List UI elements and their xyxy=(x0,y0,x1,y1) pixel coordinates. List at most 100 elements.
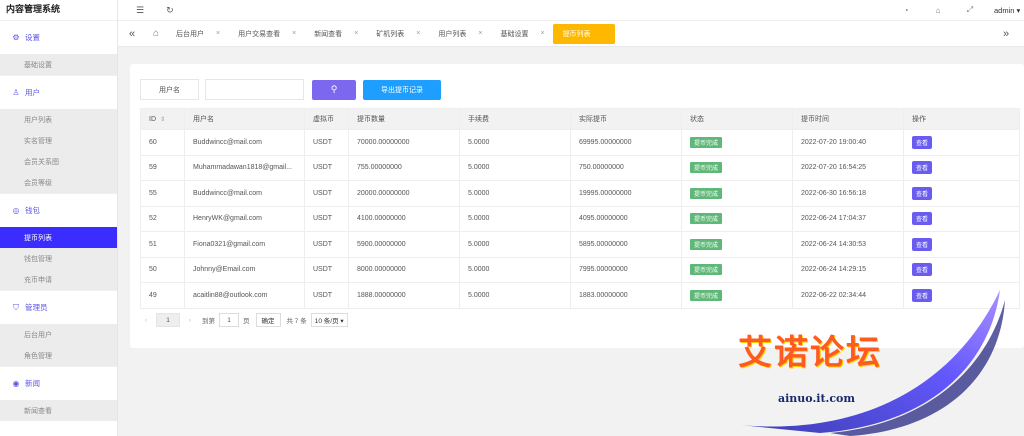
cell-value: Buddwincc@mail.com xyxy=(193,138,262,146)
sidebar-item[interactable]: 钱包管理 xyxy=(0,248,117,269)
sidebar-group-label: 钱包 xyxy=(25,206,40,215)
cell-value: USDT xyxy=(313,189,333,197)
goto-confirm-button[interactable]: 确定 xyxy=(255,313,281,327)
table-cell: USDT xyxy=(304,154,349,181)
table-cell: 2022-07-20 16:54:25 xyxy=(792,154,904,181)
prev-page-button[interactable]: ‹ xyxy=(140,313,152,327)
view-button[interactable]: 查看 xyxy=(912,263,933,277)
close-icon[interactable]: × xyxy=(478,30,482,37)
search-button[interactable]: ⚲ xyxy=(312,79,356,100)
tab[interactable]: 提币列表 xyxy=(552,23,615,44)
close-icon[interactable]: × xyxy=(354,30,358,37)
user-icon: ♙ xyxy=(12,88,20,97)
view-button[interactable]: 查看 xyxy=(912,212,933,226)
tab[interactable]: 用户交易查看 × xyxy=(228,24,304,44)
sidebar-item[interactable]: 新闻查看 xyxy=(0,400,117,421)
tabs-scroll-right-icon[interactable]: » xyxy=(992,28,1020,40)
sidebar-item[interactable]: 实名管理 xyxy=(0,130,117,151)
sidebar-item[interactable]: 用户列表 xyxy=(0,109,117,130)
theme-icon[interactable]: ◔ xyxy=(890,6,922,15)
watermark-text: 艾诺论坛 xyxy=(738,333,882,373)
table-row: 50 Johnny@Email.com USDT 8000.00000000 5.000… xyxy=(140,256,1020,283)
top-bar-left: ☰ ↻ xyxy=(118,5,174,16)
goto-input[interactable]: 1 xyxy=(219,313,239,327)
column-header: 状态 xyxy=(681,108,793,130)
username-input[interactable] xyxy=(205,79,304,100)
table-cell: 55 xyxy=(140,180,185,207)
sidebar-group[interactable]: ♙ 用户 xyxy=(0,75,117,109)
view-button[interactable]: 查看 xyxy=(912,186,933,200)
search-icon: ⚲ xyxy=(330,84,338,94)
tabs-scroll-left-icon[interactable]: « xyxy=(118,28,146,40)
table-cell: 提币完成 xyxy=(681,205,793,232)
table-cell: Buddwincc@mail.com xyxy=(184,180,305,207)
table-cell: 5.0000 xyxy=(459,205,571,232)
column-header: 提币时间 xyxy=(792,108,904,130)
sidebar-item[interactable]: 角色管理 xyxy=(0,345,117,366)
close-icon[interactable]: × xyxy=(292,30,296,37)
cell-value: 60 xyxy=(149,138,157,146)
search-row: 用户名 ⚲ 导出提币记录 xyxy=(140,79,441,100)
status-badge: 提币完成 xyxy=(690,187,723,199)
sidebar-item[interactable]: 后台用户 xyxy=(0,324,117,345)
table-body: 60 Buddwincc@mail.com USDT 70000.00000000 5.… xyxy=(140,129,1020,309)
close-icon[interactable]: × xyxy=(216,30,220,37)
sidebar-group[interactable]: ⚙ 设置 xyxy=(0,20,117,54)
tab[interactable]: 新闻查看 × xyxy=(304,24,366,44)
table-cell: 2022-06-24 17:04:37 xyxy=(792,205,904,232)
cell-value: 755.00000000 xyxy=(357,164,402,172)
tab[interactable]: 后台用户 × xyxy=(166,24,228,44)
cell-value: 2022-07-20 16:54:25 xyxy=(801,164,866,172)
tab[interactable]: 用户列表 × xyxy=(428,24,490,44)
cell-value: 4100.00000000 xyxy=(357,215,406,223)
refresh-icon[interactable]: ↻ xyxy=(166,5,174,16)
sidebar-item[interactable]: 会员等级 xyxy=(0,172,117,193)
table-cell: Buddwincc@mail.com xyxy=(184,129,305,156)
view-button[interactable]: 查看 xyxy=(912,161,933,175)
sidebar-group[interactable]: ⛉ 管理员 xyxy=(0,290,117,324)
view-button[interactable]: 查看 xyxy=(912,237,933,251)
tag-icon[interactable]: ⌂ xyxy=(922,6,954,15)
table-cell: 51 xyxy=(140,231,185,258)
table-cell: USDT xyxy=(304,231,349,258)
home-icon[interactable]: ⌂ xyxy=(146,28,166,39)
status-badge: 提币完成 xyxy=(690,136,723,148)
cell-value: acaitlin88@outlook.com xyxy=(193,291,268,299)
withdraw-table: ID ⇕ 用户名 虚拟币 提币数量 手续费 实际提币 状态 提币时间 操作 60 Buddwincc… xyxy=(140,108,1020,309)
page-size-select[interactable]: 10 条/页 ▾ xyxy=(310,313,348,327)
cell-value: 2022-06-24 14:29:15 xyxy=(801,266,866,274)
export-button[interactable]: 导出提币记录 xyxy=(363,79,441,100)
cell-value: 4095.00000000 xyxy=(579,215,628,223)
cell-value: 19995.00000000 xyxy=(579,189,632,197)
gear-icon: ⚙ xyxy=(12,33,20,42)
current-page[interactable]: 1 xyxy=(156,313,180,327)
table-cell: 5895.00000000 xyxy=(570,231,682,258)
table-cell: 1888.00000000 xyxy=(348,282,460,309)
sidebar-group[interactable]: ◉ 新闻 xyxy=(0,366,117,400)
close-icon[interactable]: × xyxy=(540,30,544,37)
sidebar-item[interactable]: 提币列表 xyxy=(0,227,117,248)
news-icon: ◉ xyxy=(12,379,20,388)
tab[interactable]: 矿机列表 × xyxy=(366,24,428,44)
sidebar-group[interactable]: ◎ 钱包 xyxy=(0,193,117,227)
table-cell: 2022-06-30 16:56:18 xyxy=(792,180,904,207)
column-header[interactable]: ID ⇕ xyxy=(140,108,185,130)
fullscreen-icon[interactable]: ⤢ xyxy=(954,5,986,15)
sidebar-item[interactable]: 会员关系图 xyxy=(0,151,117,172)
sidebar-item[interactable]: 充币申请 xyxy=(0,269,117,290)
table-cell: 提币完成 xyxy=(681,231,793,258)
table-cell: USDT xyxy=(304,180,349,207)
next-page-button[interactable]: › xyxy=(184,313,196,327)
sort-icon[interactable]: ⇕ xyxy=(160,117,165,123)
menu-toggle-icon[interactable]: ☰ xyxy=(136,5,144,16)
table-row: 55 Buddwincc@mail.com USDT 20000.00000000 5.… xyxy=(140,180,1020,207)
tab-label: 用户列表 xyxy=(438,30,467,38)
tab[interactable]: 基础设置 × xyxy=(490,24,552,44)
close-icon[interactable]: × xyxy=(416,30,420,37)
table-cell: 4095.00000000 xyxy=(570,205,682,232)
top-bar: ☰ ↻ ◔ ⌂ ⤢ admin ▾ xyxy=(118,0,1024,20)
table-cell: 49 xyxy=(140,282,185,309)
user-menu[interactable]: admin ▾ xyxy=(994,6,1024,15)
sidebar-item[interactable]: 基础设置 xyxy=(0,54,117,75)
view-button[interactable]: 查看 xyxy=(912,135,933,149)
